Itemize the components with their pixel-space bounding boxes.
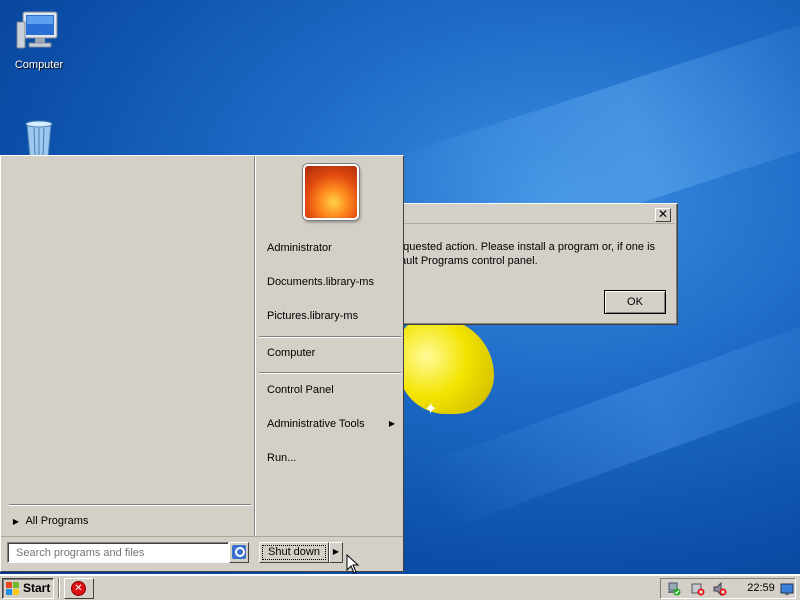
security-alert-icon[interactable]: [691, 582, 705, 596]
desktop-icon-label: Computer: [14, 59, 64, 71]
all-programs-item[interactable]: ▶ All Programs: [9, 512, 249, 530]
menu-item-run[interactable]: Run...: [261, 447, 401, 469]
clock[interactable]: 22:59: [745, 579, 777, 598]
show-desktop-icon[interactable]: [780, 582, 794, 596]
menu-item-documents[interactable]: Documents.library-ms: [261, 271, 401, 293]
recycle-bin-icon: [25, 120, 53, 159]
programs-pane: ▶ All Programs: [1, 156, 255, 536]
start-label: Start: [23, 581, 51, 595]
menu-item-pictures[interactable]: Pictures.library-ms: [261, 305, 401, 327]
divider: [254, 156, 256, 536]
taskbar-button-error[interactable]: ✕: [64, 578, 94, 599]
start-menu-footer: Shut down ▶: [1, 536, 403, 571]
menu-item-administrator[interactable]: Administrator: [261, 237, 401, 259]
triangle-right-icon: ▶: [388, 419, 395, 428]
divider: [259, 372, 401, 374]
menu-item-label: Control Panel: [267, 384, 334, 396]
close-button[interactable]: ✕: [655, 208, 671, 222]
menu-item-label: Computer: [267, 347, 316, 359]
ok-button[interactable]: OK: [604, 290, 666, 314]
all-programs-label: All Programs: [25, 515, 89, 527]
windows-logo-icon: [6, 582, 20, 595]
error-icon: ✕: [71, 581, 86, 596]
search-icon: [232, 545, 246, 559]
user-picture[interactable]: [303, 164, 359, 220]
divider: [259, 336, 401, 338]
wallpaper-logo: [398, 318, 494, 414]
search-input[interactable]: [7, 542, 229, 563]
wallpaper-streak: [422, 300, 800, 530]
computer-icon: [16, 11, 58, 49]
menu-item-administrative-tools[interactable]: Administrative Tools ▶: [261, 413, 401, 435]
triangle-right-icon: ▶: [12, 517, 20, 526]
system-tray: 22:59: [660, 578, 796, 599]
divider: [58, 578, 60, 598]
shutdown-button[interactable]: Shut down: [259, 542, 329, 563]
dialog-message: equested action. Please install a progra…: [397, 241, 656, 267]
start-menu: ▶ All Programs Administrator Documents.l…: [0, 155, 404, 572]
triangle-right-icon: ▶: [332, 547, 340, 556]
search-button[interactable]: [229, 542, 249, 563]
menu-item-label: Run...: [267, 452, 297, 464]
desktop-icon-computer[interactable]: Computer: [4, 8, 74, 71]
mouse-cursor-icon: [346, 554, 360, 574]
places-pane: Administrator Documents.library-ms Pictu…: [257, 156, 403, 536]
divider: [9, 504, 251, 506]
menu-item-computer[interactable]: Computer: [261, 342, 401, 364]
menu-item-label: Documents.library-ms: [267, 276, 374, 288]
menu-item-label: Administrator: [267, 242, 332, 254]
menu-item-label: Administrative Tools: [267, 418, 365, 430]
network-icon[interactable]: [667, 582, 681, 596]
sparkle-icon: ✦: [424, 401, 438, 418]
menu-item-control-panel[interactable]: Control Panel: [261, 379, 401, 401]
shutdown-options-button[interactable]: ▶: [329, 542, 343, 563]
start-button[interactable]: Start: [2, 578, 54, 599]
volume-muted-icon[interactable]: [713, 582, 727, 596]
taskbar: Start ✕ 22:59: [0, 574, 800, 600]
menu-item-label: Pictures.library-ms: [267, 310, 359, 322]
